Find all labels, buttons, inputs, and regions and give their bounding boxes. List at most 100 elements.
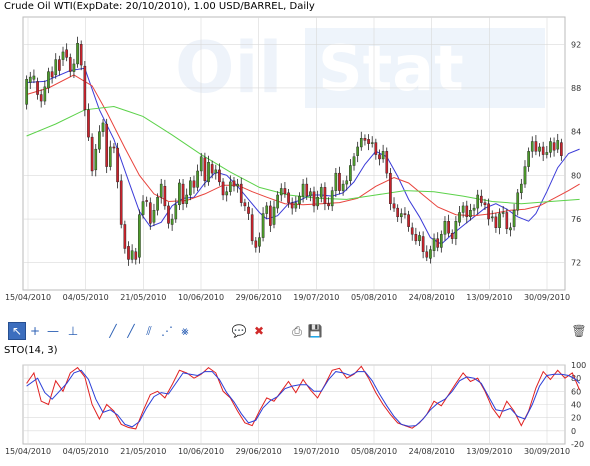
candle-body[interactable] xyxy=(141,201,145,215)
candle-body[interactable] xyxy=(170,218,174,225)
candle-body[interactable] xyxy=(72,63,76,72)
candle-body[interactable] xyxy=(538,146,541,152)
trash-icon[interactable]: 🗑 xyxy=(570,322,588,340)
candle-body[interactable] xyxy=(516,192,520,211)
candle-body[interactable] xyxy=(152,210,156,223)
candle-body[interactable] xyxy=(370,142,374,144)
candle-body[interactable] xyxy=(178,182,181,206)
candle-body[interactable] xyxy=(116,147,119,183)
candle-body[interactable] xyxy=(90,136,94,172)
candle-body[interactable] xyxy=(61,51,65,60)
candle-body[interactable] xyxy=(192,180,196,188)
candle-body[interactable] xyxy=(276,194,279,209)
candle-body[interactable] xyxy=(447,221,450,234)
candle-body[interactable] xyxy=(490,216,494,219)
comment-tool-icon[interactable]: 💬 xyxy=(230,322,248,340)
candle-body[interactable] xyxy=(425,251,429,258)
candle-body[interactable] xyxy=(98,131,101,150)
trend-line-tool-icon[interactable]: ╱ xyxy=(104,322,122,340)
candle-body[interactable] xyxy=(185,194,189,204)
candle-body[interactable] xyxy=(312,191,316,207)
candle-body[interactable] xyxy=(436,238,440,248)
parallel-channel-tool-icon[interactable]: ⫽ xyxy=(140,322,158,340)
candle-body[interactable] xyxy=(134,251,138,260)
candle-body[interactable] xyxy=(465,205,469,218)
candle-body[interactable] xyxy=(236,183,239,187)
candle-body[interactable] xyxy=(359,138,363,148)
candle-body[interactable] xyxy=(327,203,330,207)
candle-body[interactable] xyxy=(439,234,443,248)
candle-body[interactable] xyxy=(189,180,192,196)
candle-body[interactable] xyxy=(476,194,480,209)
candle-body[interactable] xyxy=(159,183,163,198)
candle-body[interactable] xyxy=(28,76,32,83)
candle-body[interactable] xyxy=(552,142,556,151)
candle-body[interactable] xyxy=(254,240,258,248)
candle-body[interactable] xyxy=(167,205,170,224)
candle-body[interactable] xyxy=(290,202,294,209)
pointer-tool-icon[interactable]: ↖ xyxy=(8,322,26,340)
candle-body[interactable] xyxy=(480,195,483,203)
candle-body[interactable] xyxy=(305,183,309,197)
candle-body[interactable] xyxy=(221,181,225,196)
candle-body[interactable] xyxy=(523,166,527,185)
candle-body[interactable] xyxy=(130,250,134,260)
candle-body[interactable] xyxy=(421,236,425,252)
candle-body[interactable] xyxy=(32,75,36,80)
candle-body[interactable] xyxy=(112,146,116,149)
candle-body[interactable] xyxy=(410,227,414,235)
candle-body[interactable] xyxy=(396,207,399,218)
candle-body[interactable] xyxy=(429,249,432,259)
vertical-line-tool-icon[interactable]: ⊥ xyxy=(64,322,82,340)
candle-body[interactable] xyxy=(454,221,458,239)
candle-body[interactable] xyxy=(239,183,243,203)
candle-body[interactable] xyxy=(79,44,83,66)
candle-body[interactable] xyxy=(498,213,501,228)
candle-body[interactable] xyxy=(265,205,269,214)
candle-body[interactable] xyxy=(174,204,178,220)
fibonacci-fan-tool-icon[interactable]: ⋰ xyxy=(158,322,176,340)
candle-body[interactable] xyxy=(148,202,152,224)
candle-body[interactable] xyxy=(156,196,159,211)
candle-body[interactable] xyxy=(509,227,512,231)
candle-body[interactable] xyxy=(520,183,523,194)
price-chart[interactable]: 92 88 84 80 76 72 15/04/2010 04/05/2010 21/05/20… xyxy=(0,0,590,310)
candle-body[interactable] xyxy=(545,152,549,155)
candle-body[interactable] xyxy=(432,238,436,251)
candle-body[interactable] xyxy=(341,183,345,191)
candle-body[interactable] xyxy=(363,138,367,141)
candle-body[interactable] xyxy=(247,206,250,214)
candle-body[interactable] xyxy=(279,188,283,196)
candle-body[interactable] xyxy=(105,123,108,167)
candle-body[interactable] xyxy=(374,142,378,155)
candle-body[interactable] xyxy=(294,202,298,209)
candle-body[interactable] xyxy=(494,216,498,228)
candle-body[interactable] xyxy=(534,141,538,152)
candle-body[interactable] xyxy=(338,172,341,191)
candle-body[interactable] xyxy=(196,170,199,188)
candle-body[interactable] xyxy=(210,164,214,174)
candle-body[interactable] xyxy=(83,65,87,111)
candle-body[interactable] xyxy=(418,235,421,242)
candle-body[interactable] xyxy=(203,157,207,181)
save-icon[interactable]: 💾 xyxy=(306,322,324,340)
candle-body[interactable] xyxy=(65,49,68,58)
candle-body[interactable] xyxy=(541,146,545,155)
candle-body[interactable] xyxy=(399,213,403,218)
candle-body[interactable] xyxy=(512,210,516,227)
candle-body[interactable] xyxy=(39,94,43,102)
print-icon[interactable]: ⎙ xyxy=(288,322,306,340)
candle-body[interactable] xyxy=(472,207,476,211)
candle-body[interactable] xyxy=(243,202,247,207)
candle-body[interactable] xyxy=(319,187,323,198)
candle-body[interactable] xyxy=(127,246,130,260)
candle-body[interactable] xyxy=(330,190,334,207)
candle-body[interactable] xyxy=(229,181,232,192)
candle-body[interactable] xyxy=(323,187,327,204)
candle-body[interactable] xyxy=(414,234,418,242)
candle-body[interactable] xyxy=(403,213,407,215)
candle-body[interactable] xyxy=(301,183,305,197)
candle-body[interactable] xyxy=(123,224,127,249)
candle-body[interactable] xyxy=(108,146,112,167)
candle-body[interactable] xyxy=(269,205,272,226)
